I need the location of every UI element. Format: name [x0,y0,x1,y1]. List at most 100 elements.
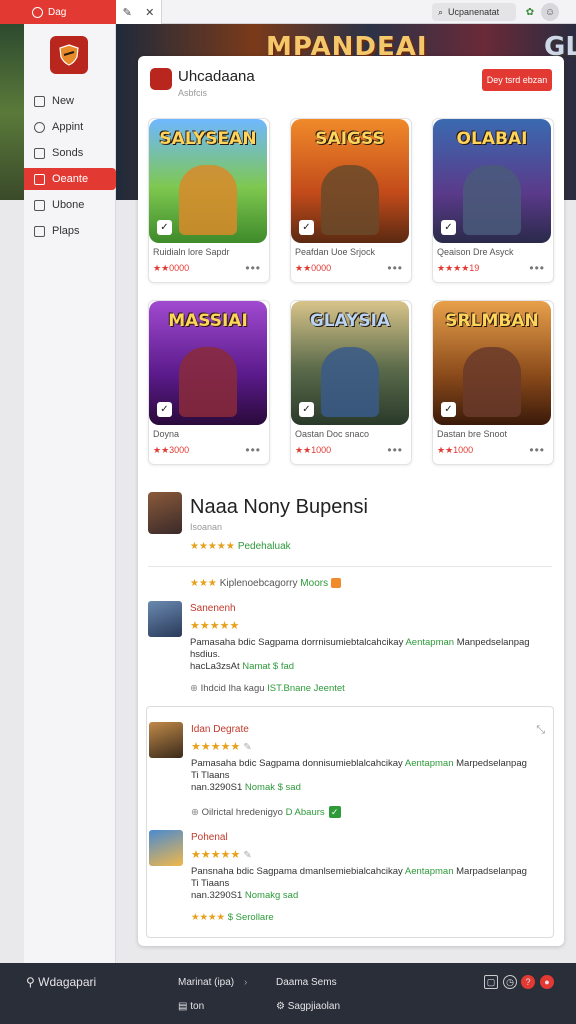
review-text-2: Ti Tiaans [191,878,230,889]
review-stars: ★★★★★ ✎ [191,740,252,753]
check-icon[interactable]: ✓ [441,402,456,417]
chat-icon [34,121,45,133]
review-meta-link[interactable]: Nomak $ sad [245,782,301,793]
game-thumbnail: SRLMBAN ✓ [433,301,551,425]
featured-title: Naaa Nony Bupensi [190,496,368,518]
sidebar-item-sonds[interactable]: Sonds [24,142,116,164]
game-name: Ruidialn lore Sapdr [153,247,230,257]
character-figure [179,347,237,417]
reviewer-name[interactable]: Idan Degrate [191,724,249,735]
check-icon[interactable]: ✓ [441,220,456,235]
review-foot-text: Oilrictal hredenigyo [201,807,283,818]
category-line: ★★★ Kiplenoebcagorry Moors [190,578,342,589]
action-button[interactable]: Dey tsrd ebzan [482,69,552,91]
featured-subtitle: Isoanan [190,522,223,532]
game-thumbnail-title: GLAYSIA [309,311,391,331]
sidebar-item-new[interactable]: New [24,90,116,112]
character-figure [179,165,237,235]
review-meta-link[interactable]: Namat $ fad [242,661,294,672]
collapse-icon[interactable]: ⤡ [536,724,545,737]
character-figure [463,347,521,417]
close-icon[interactable]: ✕ [145,6,154,19]
check-icon[interactable]: ✓ [299,220,314,235]
footer-link[interactable]: ⚙ Sagpjiaolan [276,1001,340,1012]
sidebar-item-ubone[interactable]: Ubone [24,194,116,216]
sidebar-item-oeante[interactable]: Oeante [24,168,116,190]
window-icon[interactable]: ▢ [484,975,498,989]
main-panel: Uhcadaana Asbfcis Dey tsrd ebzan SALYSEA… [138,56,564,946]
folder-icon [34,173,45,185]
sidebar-item-plaps[interactable]: Plaps [24,220,116,242]
review-link[interactable]: Aentapman [405,866,454,877]
tab-secondary[interactable]: ✎ ✕ [116,0,162,24]
record-icon[interactable]: ● [540,975,554,989]
more-icon[interactable]: ••• [529,443,545,457]
game-card[interactable]: OLABAI ✓ Qeaison Dre Asyck ★★★★19 ••• [432,118,554,283]
sidebar-item-label: New [52,95,75,107]
check-icon[interactable]: ✓ [157,402,172,417]
game-card[interactable]: MASSIAI ✓ Doyna ★★3000 ••• [148,300,270,465]
notification-icon[interactable]: ? [521,975,535,989]
review-text: Pansnaha bdic Sagpama dmanlsemiebialcahc… [191,866,403,877]
game-thumbnail: SAIGSS ✓ [291,119,409,243]
review-link[interactable]: Aentapman [405,637,454,648]
check-icon[interactable]: ✓ [299,402,314,417]
featured-image [148,492,182,534]
clock-icon[interactable]: ◷ [503,975,517,989]
game-thumbnail-title: MASSIAI [168,311,248,331]
review-footer: ⊕ Oilrictal hredenigyo D Abaurs ✓ [191,806,341,818]
game-card[interactable]: SAIGSS ✓ Peafdan Uoe Srjock ★★0000 ••• [290,118,412,283]
game-rating: ★★★★19 [437,263,480,273]
game-card[interactable]: SALYSEAN ✓ Ruidialn lore Sapdr ★★0000 ••… [148,118,270,283]
review-stars-value: ★★★★★ [191,741,241,753]
check-icon[interactable]: ✓ [157,220,172,235]
review-text: Pamasaha bdic Sagpama donnisumieblalcahc… [191,758,403,769]
footer-link-label: ton [190,1001,205,1012]
character-figure [321,347,379,417]
sidebar-item-appint[interactable]: Appint [24,116,116,138]
review-text-tail: Marpadselanpag [456,866,527,877]
review-meta-link[interactable]: Nomakg sad [245,890,298,901]
game-card[interactable]: GLAYSIA ✓ Oastan Doc snaco ★★1000 ••• [290,300,412,465]
review-foot-link[interactable]: IST.Bnane Jeentet [267,683,345,694]
brand[interactable]: ⚲ Wdagapari [26,975,96,989]
game-card[interactable]: SRLMBAN ✓ Dastan bre Snoot ★★1000 ••• [432,300,554,465]
review-link[interactable]: Aentapman [405,758,454,769]
avatar [148,601,182,637]
share-icon[interactable]: ✎ [243,742,251,753]
footer-link[interactable]: Marinat (ipa) [178,977,234,988]
pin-icon[interactable]: ✎ [123,6,132,19]
sidebar-item-label: Ubone [52,199,85,211]
tab-active[interactable]: Dag [24,0,116,24]
box-icon [34,225,45,237]
book-icon [34,199,45,211]
category-link[interactable]: Moors [300,578,328,589]
chevron-right-icon: › [244,977,248,988]
review-foot-link[interactable]: D Abaurs [286,807,325,818]
avatar [149,722,183,758]
grid-icon: ▤ [178,1001,188,1012]
review-stars: ★★★★★ ✎ [191,848,252,861]
more-icon[interactable]: ••• [245,443,261,457]
review-foot-text[interactable]: $ Serollare [228,912,274,923]
featured-rating-text: Pedehaluak [237,541,291,552]
avatar[interactable]: ☺ [541,3,559,21]
category-text: Kiplenoebcagorry [219,578,298,589]
share-icon[interactable]: ✎ [243,850,251,861]
plant-icon[interactable]: ✿ [521,3,539,21]
reviewer-name[interactable]: Pohenal [191,832,228,843]
footer-link[interactable]: Daama Sems [276,977,337,988]
review-meta: nan.3290S1 [191,890,243,901]
search-input[interactable]: ⌕ Ucpanenatat [432,3,516,21]
more-icon[interactable]: ••• [387,443,403,457]
more-icon[interactable]: ••• [529,261,545,275]
sidebar-item-label: Plaps [52,225,80,237]
footer-link[interactable]: ▤ ton [178,1001,204,1012]
review-item: Pohenal ★★★★★ ✎ Pansnaha bdic Sagpama dma… [149,830,553,930]
more-icon[interactable]: ••• [387,261,403,275]
more-icon[interactable]: ••• [245,261,261,275]
page-title: Uhcadaana [178,68,255,85]
reviewer-name[interactable]: Sanenenh [190,603,236,614]
shield-logo-icon[interactable] [50,36,88,74]
tab-label: Dag [48,6,67,18]
